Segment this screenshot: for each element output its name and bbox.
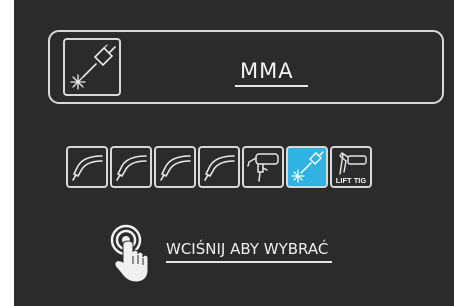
- process-button-mig-1[interactable]: [66, 146, 108, 188]
- press-finger-icon: [110, 224, 149, 283]
- select-hint-text: WCIŚNIJ ABY WYBRAĆ: [166, 240, 329, 258]
- process-button-mma[interactable]: [286, 146, 328, 188]
- electrode-holder-spark-icon: [63, 38, 121, 96]
- welder-display-screen: MMA LIFT TIG WCIŚNIJ ABY WYBRAĆ: [14, 0, 454, 306]
- select-hint: WCIŚNIJ ABY WYBRAĆ: [110, 222, 390, 286]
- mig-torch-icon: [72, 155, 103, 181]
- process-button-lift-tig[interactable]: LIFT TIG: [330, 146, 372, 188]
- process-button-mig-2[interactable]: [110, 146, 152, 188]
- lift-tig-label: LIFT TIG: [335, 176, 367, 185]
- hint-underline: [166, 261, 332, 263]
- process-button-spool-gun[interactable]: [242, 146, 284, 188]
- mode-label: MMA: [240, 59, 294, 83]
- process-button-mig-3[interactable]: [154, 146, 196, 188]
- mig-torch-icon: [204, 155, 235, 181]
- current-mode-panel: MMA: [48, 30, 444, 104]
- spool-gun-icon: [247, 153, 279, 182]
- mig-torch-icon: [160, 155, 191, 181]
- process-button-mig-4[interactable]: [198, 146, 240, 188]
- electrode-holder-spark-icon: [291, 151, 324, 183]
- mig-torch-icon: [116, 155, 147, 181]
- mode-label-underline: [235, 85, 308, 87]
